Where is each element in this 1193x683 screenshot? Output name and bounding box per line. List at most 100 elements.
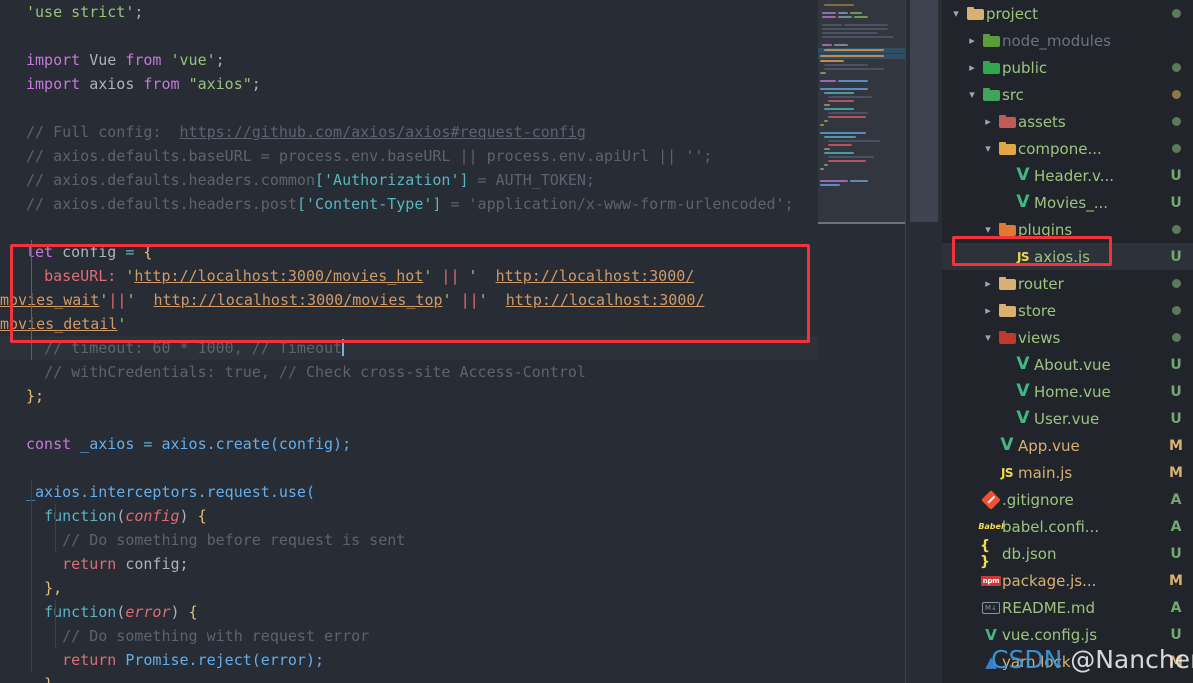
file-tree-item-header-v[interactable]: V Header.v... U [942,162,1193,189]
file-explorer[interactable]: ▾ project ▸ node_modules ▸ public ▾ src ▸ assets ▾… [942,0,1193,683]
folder-status-dot-icon [1171,117,1181,126]
token-axios-module: "axios" [188,75,252,93]
file-tree-item-node-modules[interactable]: ▸ node_modules [942,27,1193,54]
chevron-down-icon[interactable]: ▾ [980,223,996,236]
file-status-indicator: U [1167,195,1185,211]
code-line-blank[interactable] [0,96,942,120]
code-line[interactable]: } [0,672,942,683]
code-line-blank[interactable] [0,456,942,480]
code-editor[interactable]: 'use strict'; import Vue from 'vue'; imp… [0,0,942,683]
chevron-down-icon[interactable]: ▾ [980,331,996,344]
file-tree-item-readme-md[interactable]: M↓ README.md A [942,594,1193,621]
chevron-right-icon[interactable]: ▸ [980,115,996,128]
file-tree-item-views[interactable]: ▾ views [942,324,1193,351]
file-tree-item-compone[interactable]: ▾ compone... [942,135,1193,162]
code-line[interactable]: }; [0,384,942,408]
baseurl-link-wait-part1[interactable]: http://localhost:3000/ [496,267,695,285]
file-tree-item-label: db.json [1002,544,1057,563]
code-line[interactable]: return config; [0,552,942,576]
chevron-down-icon[interactable]: ▾ [964,88,980,101]
chevron-right-icon[interactable]: ▸ [964,61,980,74]
semicolon: ; [251,75,261,93]
file-tree-item-yarn-lock[interactable]: ▲ yarn.lock M [942,648,1193,675]
code-line[interactable]: _axios.interceptors.request.use( [0,480,942,504]
chevron-down-icon[interactable]: ▾ [948,7,964,20]
chevron-right-icon[interactable]: ▸ [964,34,980,47]
chevron-down-icon[interactable]: ▾ [980,142,996,155]
file-tree-item-vue-config-js[interactable]: Vvue.config.js U [942,621,1193,648]
baseurl-link-top[interactable]: http://localhost:3000/movies_top [154,291,443,309]
code-line-baseurl-cont2[interactable]: movies_detail' [0,312,942,336]
code-line[interactable]: // Full config: https://github.com/axios… [0,120,942,144]
code-line[interactable]: import Vue from 'vue'; [0,48,942,72]
js-file-icon: JS [1000,465,1014,480]
file-tree-item-plugins[interactable]: ▾ plugins [942,216,1193,243]
code-line[interactable]: function(config) { [0,504,942,528]
code-line[interactable]: const _axios = axios.create(config); [0,432,942,456]
code-line[interactable]: // axios.defaults.baseURL = process.env.… [0,144,942,168]
file-tree-item-public[interactable]: ▸ public [942,54,1193,81]
code-line[interactable]: function(error) { [0,600,942,624]
file-tree-item-app-vue[interactable]: V App.vue M [942,432,1193,459]
file-tree[interactable]: ▾ project ▸ node_modules ▸ public ▾ src ▸ assets ▾… [942,0,1193,675]
code-line-blank[interactable] [0,216,942,240]
token-comment-request-error: // Do something with request error [62,627,370,645]
file-tree-item-src[interactable]: ▾ src [942,81,1193,108]
code-line[interactable]: // axios.defaults.headers.common['Author… [0,168,942,192]
code-line[interactable]: // Do something before request is sent [0,528,942,552]
code-line[interactable]: // axios.defaults.headers.post['Content-… [0,192,942,216]
scrollbar-thumb[interactable] [910,0,938,222]
file-tree-item-user-vue[interactable]: V User.vue U [942,405,1193,432]
token-import: import [26,75,81,93]
file-tree-item-router[interactable]: ▸ router [942,270,1193,297]
code-line-let-config[interactable]: let config = { [0,240,942,264]
code-line-baseurl-cont[interactable]: movies_wait'||' http://localhost:3000/mo… [0,288,942,312]
file-status-indicator: U [1167,357,1185,373]
token-or: || [441,267,460,285]
file-tree-item-db-json[interactable]: { } db.json U [942,538,1193,570]
file-tree-item-label: plugins [1018,220,1073,239]
file-tree-item--gitignore[interactable]: .gitignore A [942,486,1193,513]
token-vue-ident: Vue [89,51,117,69]
file-tree-item-home-vue[interactable]: V Home.vue U [942,378,1193,405]
code-line[interactable]: // withCredentials: true, // Check cross… [0,360,942,384]
baseurl-link-hot[interactable]: http://localhost:3000/movies_hot [134,267,423,285]
file-tree-item-movies[interactable]: V Movies_... U [942,189,1193,216]
axios-docs-link[interactable]: https://github.com/axios/axios#request-c… [180,123,586,141]
code-line[interactable]: }, [0,576,942,600]
code-line-blank[interactable] [0,24,942,48]
file-tree-item-store[interactable]: ▸ store [942,297,1193,324]
editor-minimap[interactable] [818,0,906,683]
file-tree-item-project[interactable]: ▾ project [942,0,1193,27]
code-line-timeout-current[interactable]: // timeout: 60 * 1000, // Timeout [0,336,942,360]
baseurl-link-wait-part2[interactable]: movies_wait [0,291,99,309]
file-status-letter: A [1170,599,1182,616]
chevron-right-icon[interactable]: ▸ [980,277,996,290]
file-tree-item-label: public [1002,58,1048,77]
code-lines[interactable]: 'use strict'; import Vue from 'vue'; imp… [0,0,942,683]
file-status-indicator: M [1167,573,1185,589]
file-tree-item-assets[interactable]: ▸ assets [942,108,1193,135]
baseurl-link-detail-part2[interactable]: movies_detail [0,315,117,333]
file-tree-item-babel-confi[interactable]: Babel babel.confi... A [942,513,1193,540]
file-tree-item-package-js[interactable]: npm package.js... M [942,567,1193,594]
baseurl-link-detail-part1[interactable]: http://localhost:3000/ [506,291,705,309]
file-tree-item-main-js[interactable]: JS main.js M [942,459,1193,486]
code-line[interactable]: 'use strict'; [0,0,942,24]
file-tree-item-about-vue[interactable]: V About.vue U [942,351,1193,378]
editor-scrollbar[interactable] [906,0,942,683]
folder-status-dot-icon [1171,333,1181,342]
chevron-right-icon[interactable]: ▸ [980,304,996,317]
code-line-baseurl[interactable]: baseURL: ' http://localhost:3000/movies_h… [0,264,942,288]
code-line-blank[interactable] [0,408,942,432]
file-tree-item-axios-js[interactable]: JS axios.js U [942,243,1193,270]
code-line[interactable]: // Do something with request error [0,624,942,648]
file-tree-item-label: project [986,4,1039,23]
code-line[interactable]: return Promise.reject(error); [0,648,942,672]
code-line[interactable]: import axios from "axios"; [0,72,942,96]
